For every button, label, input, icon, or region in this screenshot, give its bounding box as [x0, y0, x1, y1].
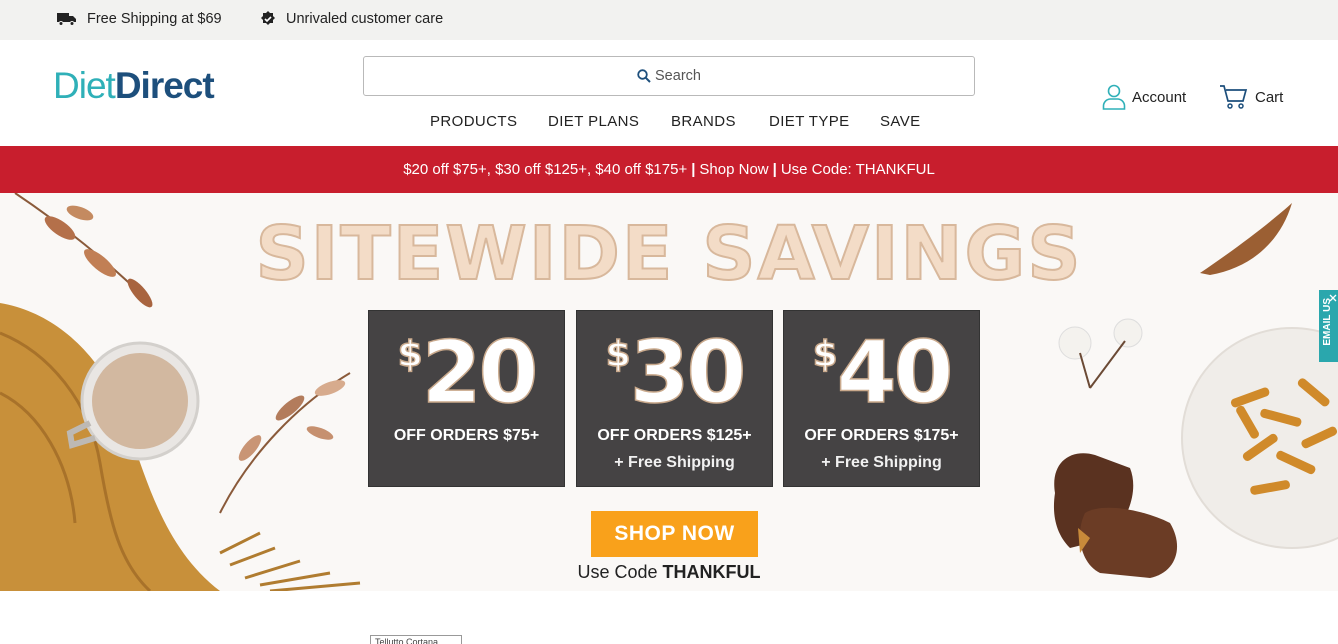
badge-check-icon [261, 11, 275, 25]
search-placeholder: Search [655, 68, 701, 84]
offer-extra: + Free Shipping [821, 454, 942, 471]
promo-offers-text: $20 off $75+, $30 off $125+, $40 off $17… [403, 161, 688, 178]
nav-save[interactable]: SAVE [880, 113, 921, 130]
image-alt-tooltip: Tellutto Cortana [370, 635, 462, 644]
offer-threshold: OFF ORDERS $125+ [597, 427, 752, 444]
hero-headline: SITEWIDE SAVINGS [254, 210, 1083, 298]
user-icon [1102, 84, 1126, 110]
nav-products[interactable]: PRODUCTS [430, 113, 517, 130]
cart-link[interactable]: Cart [1219, 84, 1283, 110]
promo-code-text: Use Code: THANKFUL [780, 161, 935, 178]
cart-icon [1220, 85, 1248, 109]
site-header: DietDirect Search PRODUCTS DIET PLANS BR… [0, 40, 1338, 146]
promo-shop-now-link[interactable]: Shop Now [699, 161, 768, 178]
email-us-tab[interactable]: EMAIL US [1319, 290, 1338, 362]
site-logo[interactable]: DietDirect [53, 65, 215, 107]
offer-card-40[interactable]: $40 OFF ORDERS $175+ + Free Shipping [783, 310, 980, 487]
account-link[interactable]: Account [1102, 84, 1186, 110]
account-label: Account [1132, 88, 1187, 106]
logo-text-direct: Direct [114, 65, 215, 106]
truck-icon [57, 13, 76, 26]
email-us-label: EMAIL US [1322, 298, 1333, 346]
offer-amount: $30 [605, 322, 747, 424]
promo-code-line: Use Code THANKFUL [0, 562, 1338, 583]
code-value: THANKFUL [662, 562, 761, 582]
main-nav: PRODUCTS DIET PLANS BRANDS DIET TYPE SAV… [0, 113, 1338, 135]
code-prefix: Use Code [577, 562, 658, 582]
logo-text-diet: Diet [53, 65, 116, 106]
cart-label: Cart [1255, 88, 1284, 106]
offer-amount: $40 [812, 322, 954, 424]
close-icon[interactable] [1329, 294, 1337, 302]
shop-now-button[interactable]: SHOP NOW [591, 511, 758, 557]
free-shipping-text: Free Shipping at $69 [87, 11, 222, 27]
search-icon [637, 69, 651, 83]
nav-diet-type[interactable]: DIET TYPE [769, 113, 850, 130]
hero-banner[interactable]: SITEWIDE SAVINGS $20 OFF ORDERS $75+ $30… [0, 193, 1338, 591]
search-input[interactable]: Search [363, 56, 975, 96]
customer-care-text: Unrivaled customer care [286, 11, 444, 27]
offer-card-30[interactable]: $30 OFF ORDERS $125+ + Free Shipping [576, 310, 773, 487]
offer-threshold: OFF ORDERS $175+ [804, 427, 959, 444]
utility-bar: Free Shipping at $69 Unrivaled customer … [0, 0, 1338, 40]
offer-extra: + Free Shipping [614, 454, 735, 471]
nav-diet-plans[interactable]: DIET PLANS [548, 113, 639, 130]
offer-card-20[interactable]: $20 OFF ORDERS $75+ [368, 310, 565, 487]
nav-brands[interactable]: BRANDS [671, 113, 736, 130]
offer-amount: $20 [397, 322, 539, 424]
free-shipping-notice: Free Shipping at $69 [57, 11, 222, 27]
offer-threshold: OFF ORDERS $75+ [393, 427, 540, 444]
customer-care-notice: Unrivaled customer care [260, 11, 443, 27]
promo-banner[interactable]: $20 off $75+, $30 off $125+, $40 off $17… [0, 146, 1338, 193]
